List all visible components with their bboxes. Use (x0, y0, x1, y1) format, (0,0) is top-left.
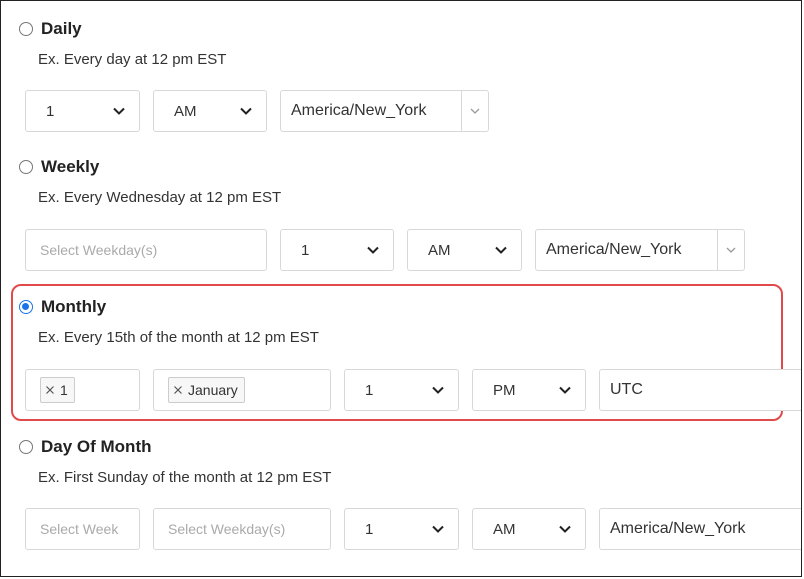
monthly-day-tag[interactable]: 1 (40, 377, 75, 403)
monthly-ampm-value: PM (493, 381, 516, 399)
day-of-month-ampm-value: AM (493, 520, 516, 538)
close-icon[interactable] (45, 385, 55, 395)
select-divider (801, 509, 802, 549)
daily-example: Ex. Every day at 12 pm EST (38, 51, 227, 68)
weekly-ampm-value: AM (428, 241, 451, 259)
daily-ampm-select[interactable]: AM (153, 90, 267, 132)
day-of-month-example: Ex. First Sunday of the month at 12 pm E… (38, 469, 332, 486)
chevron-down-icon (240, 107, 252, 115)
day-of-month-weekday-select[interactable]: Select Weekday(s) (153, 508, 331, 550)
day-of-month-weekday-placeholder: Select Weekday(s) (168, 521, 286, 537)
monthly-option[interactable]: Monthly (19, 297, 106, 317)
monthly-label: Monthly (41, 297, 107, 316)
monthly-month-tag-label: January (188, 382, 238, 398)
weekly-timezone-select[interactable]: America/New_York (535, 229, 745, 271)
select-divider (801, 370, 802, 410)
weekly-option[interactable]: Weekly (19, 157, 99, 177)
daily-label: Daily (41, 19, 82, 38)
daily-hour-value: 1 (46, 102, 55, 120)
monthly-timezone-select[interactable]: UTC (599, 369, 802, 411)
monthly-day-select[interactable]: 1 (25, 369, 140, 411)
chevron-down-icon (470, 108, 480, 114)
day-of-month-hour-select[interactable]: 1 (344, 508, 459, 550)
day-of-month-timezone-value: America/New_York (610, 520, 746, 537)
daily-timezone-value: America/New_York (291, 102, 427, 119)
weekly-weekday-placeholder: Select Weekday(s) (40, 242, 158, 258)
monthly-timezone-value: UTC (610, 381, 643, 398)
monthly-ampm-select[interactable]: PM (472, 369, 586, 411)
day-of-month-hour-value: 1 (365, 520, 374, 538)
day-of-month-option[interactable]: Day Of Month (19, 437, 152, 457)
weekly-example: Ex. Every Wednesday at 12 pm EST (38, 189, 282, 206)
monthly-month-tag[interactable]: January (168, 377, 245, 403)
close-icon[interactable] (173, 385, 183, 395)
monthly-hour-select[interactable]: 1 (344, 369, 459, 411)
chevron-down-icon (367, 246, 379, 254)
day-of-month-week-placeholder: Select Week (40, 521, 119, 537)
daily-hour-select[interactable]: 1 (25, 90, 140, 132)
weekly-radio[interactable] (19, 160, 33, 174)
weekly-label: Weekly (41, 157, 100, 176)
monthly-day-tag-label: 1 (60, 382, 68, 398)
day-of-month-week-select[interactable]: Select Week (25, 508, 140, 550)
monthly-example: Ex. Every 15th of the month at 12 pm EST (38, 329, 319, 346)
daily-radio[interactable] (19, 22, 33, 36)
schedule-options-panel: Daily Ex. Every day at 12 pm EST 1 AM Am… (0, 0, 802, 577)
weekly-hour-value: 1 (301, 241, 310, 259)
chevron-down-icon (432, 525, 444, 533)
weekly-ampm-select[interactable]: AM (407, 229, 522, 271)
day-of-month-timezone-select[interactable]: America/New_York (599, 508, 802, 550)
day-of-month-ampm-select[interactable]: AM (472, 508, 586, 550)
chevron-down-icon (726, 247, 736, 253)
daily-ampm-value: AM (174, 102, 197, 120)
weekly-hour-select[interactable]: 1 (280, 229, 394, 271)
chevron-down-icon (559, 386, 571, 394)
select-divider (717, 230, 718, 270)
weekly-timezone-value: America/New_York (546, 241, 682, 258)
chevron-down-icon (113, 107, 125, 115)
daily-timezone-select[interactable]: America/New_York (280, 90, 489, 132)
chevron-down-icon (559, 525, 571, 533)
monthly-month-select[interactable]: January (153, 369, 331, 411)
chevron-down-icon (495, 246, 507, 254)
monthly-hour-value: 1 (365, 381, 374, 399)
monthly-radio[interactable] (19, 300, 33, 314)
day-of-month-radio[interactable] (19, 440, 33, 454)
daily-option[interactable]: Daily (19, 19, 82, 39)
day-of-month-label: Day Of Month (41, 437, 152, 456)
weekly-weekday-select[interactable]: Select Weekday(s) (25, 229, 267, 271)
select-divider (461, 91, 462, 131)
chevron-down-icon (432, 386, 444, 394)
